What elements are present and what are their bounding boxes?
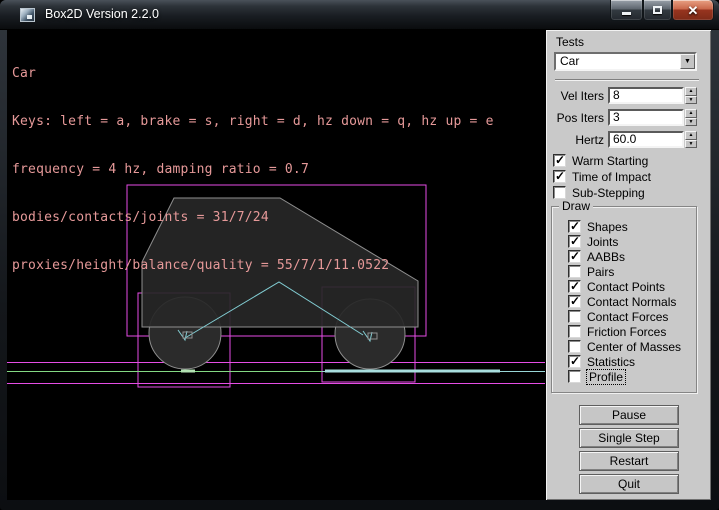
checkbox-label: Center of Masses [587,340,681,354]
checkmark-icon: ✓ [570,279,580,293]
checkbox-box[interactable]: ✓ [568,355,581,368]
checkbox-label: Statistics [587,355,635,369]
hertz-row: Hertz 60.0 ▲ ▼ [546,131,711,148]
checkbox-box[interactable]: ✓ [568,280,581,293]
checkbox-box[interactable]: ✓ [568,370,581,383]
keys-help-line: Keys: left = a, brake = s, right = d, hz… [12,114,494,130]
checkmark-icon: ✓ [555,169,565,183]
minimize-icon [622,12,631,15]
up-arrow-icon[interactable]: ▲ [685,109,697,118]
vel-iters-row: Vel Iters 8 ▲ ▼ [546,87,711,104]
tests-dropdown-value: Car [560,55,579,68]
checkmark-icon: ✓ [570,249,580,263]
close-button[interactable]: ✕ [672,0,714,21]
pos-iters-input[interactable]: 3 [608,109,684,126]
checkbox-label: Joints [587,235,618,249]
vel-iters-input[interactable]: 8 [608,87,684,104]
checkbox-label: Contact Points [587,280,665,294]
down-arrow-icon[interactable]: ▼ [685,140,697,149]
app-icon[interactable] [20,8,35,22]
pos-iters-stepper[interactable]: ▲ ▼ [685,109,697,126]
window-title: Box2D Version 2.2.0 [45,7,159,21]
checkbox-label: Time of Impact [572,170,651,184]
pause-button[interactable]: Pause [579,405,679,425]
checkbox-label: Profile [587,370,625,384]
simulation-viewport[interactable]: Car Keys: left = a, brake = s, right = d… [7,30,546,500]
separator [555,79,699,81]
checkmark-icon: ✓ [570,354,580,368]
tests-label: Tests [556,35,584,49]
checkbox-label: Contact Normals [587,295,676,309]
checkbox-label: Shapes [587,220,628,234]
caption-buttons: ✕ [610,0,714,21]
minimize-button[interactable] [610,0,643,21]
bodies-stats-line: bodies/contacts/joints = 31/7/24 [12,210,494,226]
checkmark-icon: ✓ [570,294,580,308]
pos-iters-row: Pos Iters 3 ▲ ▼ [546,109,711,126]
down-arrow-icon[interactable]: ▼ [685,96,697,105]
up-arrow-icon[interactable]: ▲ [685,87,697,96]
checkbox-box[interactable]: ✓ [568,220,581,233]
checkbox-label: Sub-Stepping [572,186,645,200]
checkbox-box[interactable]: ✓ [568,265,581,278]
checkmark-icon: ✓ [570,234,580,248]
debug-stats-text: Car Keys: left = a, brake = s, right = d… [12,34,494,306]
hertz-stepper[interactable]: ▲ ▼ [685,131,697,148]
single-step-button[interactable]: Single Step [579,428,679,448]
app-window: Box2D Version 2.2.0 ✕ [0,0,719,510]
checkbox-box[interactable]: ✓ [568,340,581,353]
checkbox-box[interactable]: ✓ [553,186,566,199]
tests-dropdown[interactable]: Car ▼ [554,52,697,71]
checkbox-box[interactable]: ✓ [568,295,581,308]
checkbox-box[interactable]: ✓ [553,154,566,167]
checkmark-icon: ✓ [570,219,580,233]
down-arrow-icon[interactable]: ▼ [685,118,697,127]
checkbox-label: Warm Starting [572,154,648,168]
test-name-line: Car [12,66,494,82]
frequency-line: frequency = 4 hz, damping ratio = 0.7 [12,162,494,178]
maximize-icon [653,6,662,14]
vel-iters-stepper[interactable]: ▲ ▼ [685,87,697,104]
checkbox-box[interactable]: ✓ [568,235,581,248]
proxies-stats-line: proxies/height/balance/quality = 55/7/1/… [12,258,494,274]
hertz-label: Hertz [546,133,604,147]
checkbox-box[interactable]: ✓ [553,170,566,183]
up-arrow-icon[interactable]: ▲ [685,131,697,140]
hertz-input[interactable]: 60.0 [608,131,684,148]
quit-button[interactable]: Quit [579,474,679,494]
restart-button[interactable]: Restart [579,451,679,471]
checkbox-box[interactable]: ✓ [568,250,581,263]
draw-group-title: Draw [559,199,593,213]
checkbox-label: Friction Forces [587,325,666,339]
control-panel: Tests Car ▼ Vel Iters 8 ▲ ▼ Pos Iters 3 … [546,30,711,500]
checkmark-icon: ✓ [555,153,565,167]
close-icon: ✕ [688,4,699,17]
checkbox-box[interactable]: ✓ [568,310,581,323]
checkbox-box[interactable]: ✓ [568,325,581,338]
titlebar[interactable]: Box2D Version 2.2.0 ✕ [0,0,719,30]
dropdown-arrow-icon[interactable]: ▼ [680,54,695,69]
checkbox-label: AABBs [587,250,625,264]
vel-iters-label: Vel Iters [546,89,604,103]
pos-iters-label: Pos Iters [546,111,604,125]
checkbox-label: Pairs [587,265,614,279]
checkbox-label: Contact Forces [587,310,668,324]
maximize-button[interactable] [643,0,672,21]
